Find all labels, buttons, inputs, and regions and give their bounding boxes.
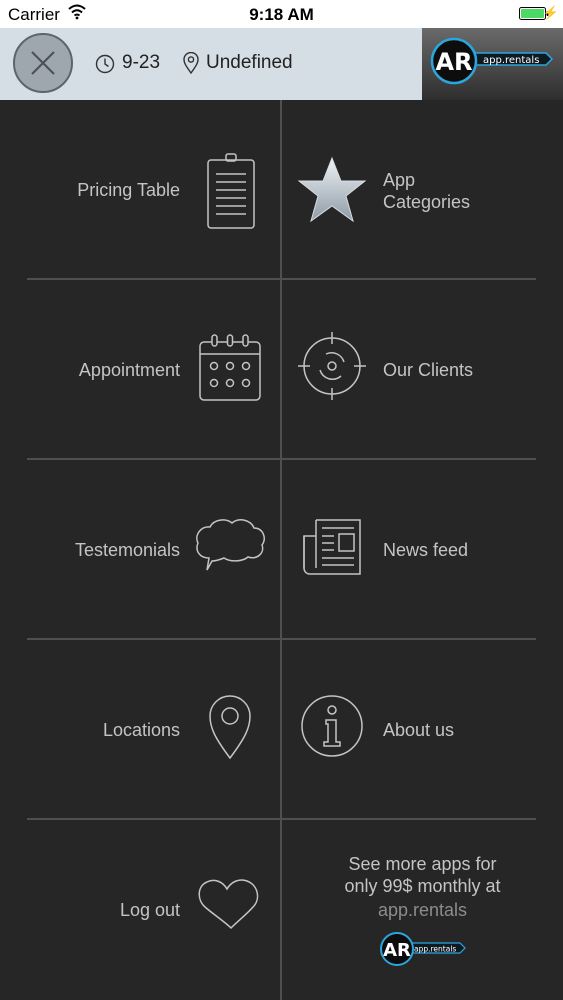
app-rentals-logo: app.rentals AR — [430, 37, 554, 85]
menu-item-our-clients[interactable]: Our Clients — [282, 280, 562, 460]
speech-bubble-icon — [196, 519, 265, 571]
menu-grid: Pricing Table App Categories Appointment… — [0, 100, 563, 1000]
menu-item-news-feed[interactable]: News feed — [282, 460, 562, 640]
menu-item-label: Locations — [102, 720, 180, 740]
status-bar: Carrier 9:18 AM ⚡ — [0, 0, 563, 28]
target-icon — [298, 332, 366, 400]
logo-mark: AR — [435, 48, 472, 76]
app-rentals-logo-small[interactable]: app.rentals AR — [378, 930, 468, 968]
menu-item-label: Our Clients — [383, 360, 474, 380]
promo-text-line1: See more apps for — [348, 854, 497, 874]
menu-item-locations[interactable]: Locations — [0, 640, 280, 820]
menu-item-log-out[interactable]: Log out — [0, 820, 280, 1000]
promo-panel: See more apps for only 99$ monthly at ap… — [282, 820, 563, 1000]
menu-item-label: Log out — [119, 900, 180, 920]
location-pin-icon — [209, 695, 251, 760]
newspaper-icon — [303, 519, 361, 575]
promo-link[interactable]: app.rentals — [282, 899, 563, 921]
menu-item-label: Appointment — [78, 360, 180, 380]
logo-text: app.rentals — [483, 55, 539, 66]
clock-icon — [95, 54, 115, 74]
close-icon — [31, 51, 55, 75]
brand-logo-area[interactable]: app.rentals AR — [422, 28, 563, 100]
heart-icon — [198, 879, 259, 930]
menu-item-label: Testemonials — [74, 540, 180, 560]
star-icon — [297, 156, 367, 223]
logo-mark: AR — [383, 940, 411, 961]
menu-item-app-categories[interactable]: App Categories — [282, 100, 562, 280]
header-location: Undefined — [206, 52, 293, 73]
menu-item-label: About us — [383, 720, 455, 740]
menu-item-label: News feed — [383, 540, 469, 560]
menu-item-appointment[interactable]: Appointment — [0, 280, 280, 460]
menu-item-pricing-table[interactable]: Pricing Table — [0, 100, 280, 280]
menu-item-about-us[interactable]: About us — [282, 640, 562, 820]
calendar-icon — [199, 334, 261, 401]
logo-text: app.rentals — [414, 945, 456, 954]
menu-item-label: App Categories — [383, 169, 470, 213]
top-header: 9-23 Undefined app.rentals AR — [0, 28, 563, 100]
info-icon — [301, 695, 363, 757]
header-time: 9-23 — [122, 52, 161, 73]
location-pin-icon — [183, 52, 199, 74]
charging-icon: ⚡ — [542, 5, 559, 20]
menu-item-label-line1: App — [383, 170, 416, 190]
promo-text-line2: only 99$ monthly at — [344, 876, 501, 896]
menu-item-label: Pricing Table — [77, 180, 180, 200]
menu-item-testemonials[interactable]: Testemonials — [0, 460, 280, 640]
clipboard-icon — [207, 153, 255, 229]
menu-item-label-line2: Categories — [383, 192, 471, 212]
close-button[interactable] — [13, 33, 73, 93]
clock-time: 9:18 AM — [249, 5, 314, 24]
